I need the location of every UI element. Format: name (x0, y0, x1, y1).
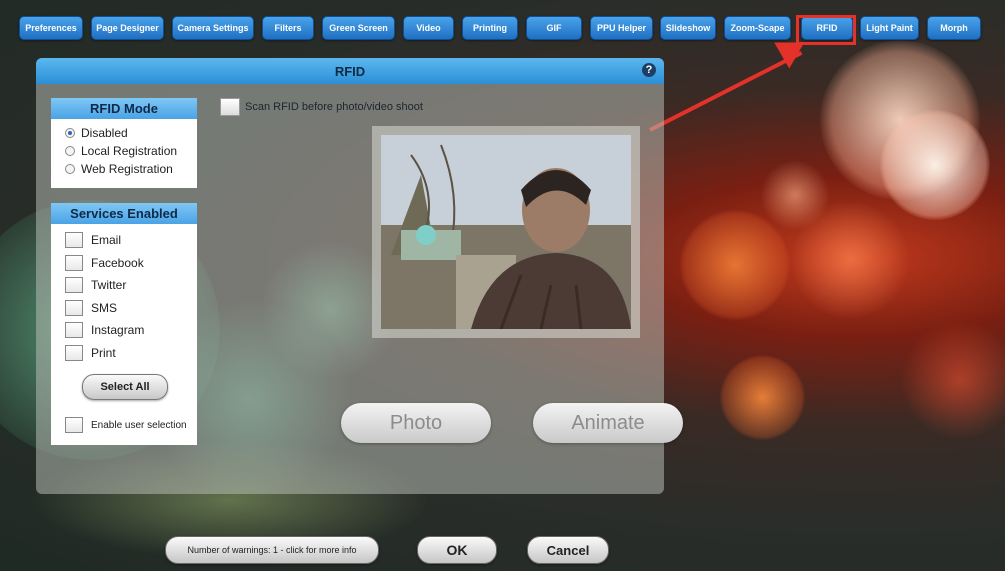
nav-zoom-scape[interactable]: Zoom-Scape (724, 16, 791, 40)
enable-user-selection[interactable]: Enable user selection (51, 414, 187, 437)
bokeh-light (820, 40, 980, 200)
rfid-panel: RFID ? RFID Mode Disabled Local Registra… (36, 58, 683, 494)
rfid-mode-box: RFID Mode Disabled Local Registration We… (51, 98, 197, 188)
camera-preview-frame (372, 126, 640, 338)
checkbox[interactable] (65, 277, 83, 294)
checkbox[interactable] (65, 322, 83, 339)
bokeh-light (720, 355, 805, 440)
checkbox-label: Facebook (91, 255, 144, 270)
nav-morph[interactable]: Morph (927, 16, 981, 40)
select-all-button[interactable]: Select All (82, 374, 168, 400)
radio-label: Disabled (81, 126, 128, 140)
checkbox[interactable] (65, 344, 83, 361)
nav-video[interactable]: Video (403, 16, 454, 40)
nav-preferences[interactable]: Preferences (19, 16, 83, 40)
animate-button[interactable]: Animate (533, 403, 683, 443)
checkbox-label: Print (91, 345, 116, 360)
bokeh-light (760, 160, 830, 230)
services-title: Services Enabled (51, 203, 197, 224)
checkbox[interactable] (65, 254, 83, 271)
rfid-mode-title: RFID Mode (51, 98, 197, 119)
radio-label: Web Registration (81, 162, 173, 176)
service-twitter[interactable]: Twitter (51, 274, 197, 297)
radio-icon[interactable] (65, 146, 75, 156)
nav-page-designer[interactable]: Page Designer (91, 16, 164, 40)
bokeh-light (880, 110, 990, 220)
camera-preview-svg (381, 135, 631, 329)
nav-ppu-helper[interactable]: PPU Helper (590, 16, 653, 40)
panel-title: RFID (334, 63, 366, 79)
services-box: Services Enabled Email Facebook Twitter … (51, 203, 197, 445)
radio-selected-icon[interactable] (65, 128, 75, 138)
warnings-button[interactable]: Number of warnings: 1 - click for more i… (165, 536, 379, 564)
radio-icon[interactable] (65, 164, 75, 174)
checkbox[interactable] (65, 417, 83, 434)
scan-rfid-checkbox[interactable] (220, 98, 240, 116)
top-navigation: Preferences Page Designer Camera Setting… (0, 12, 1005, 45)
ok-button[interactable]: OK (417, 536, 497, 564)
service-instagram[interactable]: Instagram (51, 319, 197, 342)
nav-gif[interactable]: GIF (526, 16, 582, 40)
checkbox-label: Enable user selection (91, 419, 187, 431)
radio-web-registration[interactable]: Web Registration (51, 160, 197, 178)
panel-header: RFID ? (36, 58, 664, 84)
radio-disabled[interactable]: Disabled (51, 124, 197, 142)
service-print[interactable]: Print (51, 342, 197, 365)
bokeh-light (680, 210, 790, 320)
checkbox-label: Email (91, 233, 122, 248)
radio-label: Local Registration (81, 144, 178, 158)
nav-light-paint[interactable]: Light Paint (860, 16, 919, 40)
photo-button[interactable]: Photo (341, 403, 491, 443)
nav-camera-settings[interactable]: Camera Settings (172, 16, 254, 40)
service-sms[interactable]: SMS (51, 297, 197, 320)
checkbox[interactable] (65, 232, 83, 249)
nav-green-screen[interactable]: Green Screen (322, 16, 395, 40)
nav-slideshow[interactable]: Slideshow (660, 16, 716, 40)
nav-printing[interactable]: Printing (462, 16, 518, 40)
service-facebook[interactable]: Facebook (51, 252, 197, 275)
checkbox[interactable] (65, 299, 83, 316)
question-circle-icon[interactable]: ? (642, 63, 656, 77)
rfid-highlight-box (796, 15, 856, 45)
checkbox-label: Twitter (91, 278, 127, 293)
cancel-button[interactable]: Cancel (527, 536, 609, 564)
service-email[interactable]: Email (51, 229, 197, 252)
bokeh-light (900, 320, 1005, 440)
nav-filters[interactable]: Filters (262, 16, 314, 40)
checkbox-label: SMS (91, 300, 118, 315)
scan-rfid-label: Scan RFID before photo/video shoot (245, 101, 423, 113)
checkbox-label: Instagram (91, 323, 145, 338)
bokeh-light (790, 200, 910, 320)
annotation-arrow-icon (649, 51, 803, 132)
camera-preview-image (381, 135, 631, 329)
radio-local-registration[interactable]: Local Registration (51, 142, 197, 160)
